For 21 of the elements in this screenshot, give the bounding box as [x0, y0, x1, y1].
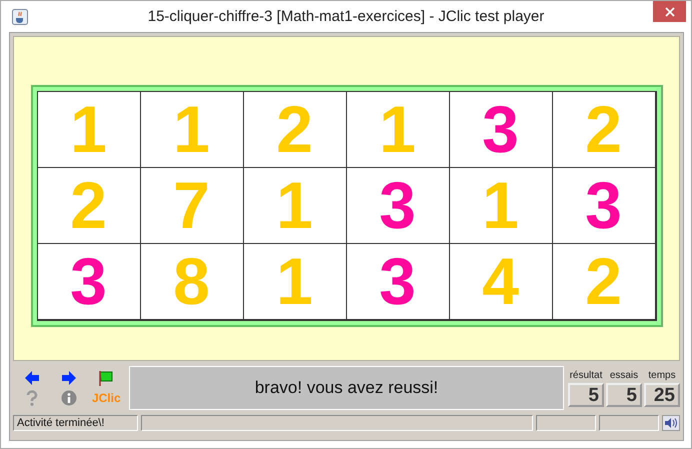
info-icon[interactable]	[60, 390, 77, 406]
number-cell[interactable]: 2	[552, 242, 656, 320]
counter-value: 25	[644, 382, 680, 406]
counter-label: essais	[610, 370, 638, 382]
speaker-icon[interactable]	[662, 414, 680, 430]
status-text: Activité terminée\!	[13, 414, 138, 430]
window-title: 15-cliquer-chiffre-3 [Math-mat1-exercices] - JClic test player	[146, 8, 546, 25]
close-button[interactable]	[653, 1, 686, 22]
counter-value: 5	[606, 382, 642, 406]
close-icon	[664, 6, 674, 16]
flag-icon[interactable]	[98, 370, 114, 386]
java-cup-icon	[12, 8, 28, 24]
jclic-logo[interactable]: JClic	[92, 391, 121, 405]
counter-label: résultat	[570, 370, 602, 382]
message-text: bravo! vous avez reussi!	[254, 378, 438, 398]
counter-label: temps	[648, 370, 676, 382]
counter-value: 5	[568, 382, 604, 406]
status-pane	[536, 414, 596, 430]
status-pane	[599, 414, 659, 430]
right-arrow-icon[interactable]	[60, 370, 77, 386]
left-arrow-icon[interactable]	[24, 370, 40, 386]
